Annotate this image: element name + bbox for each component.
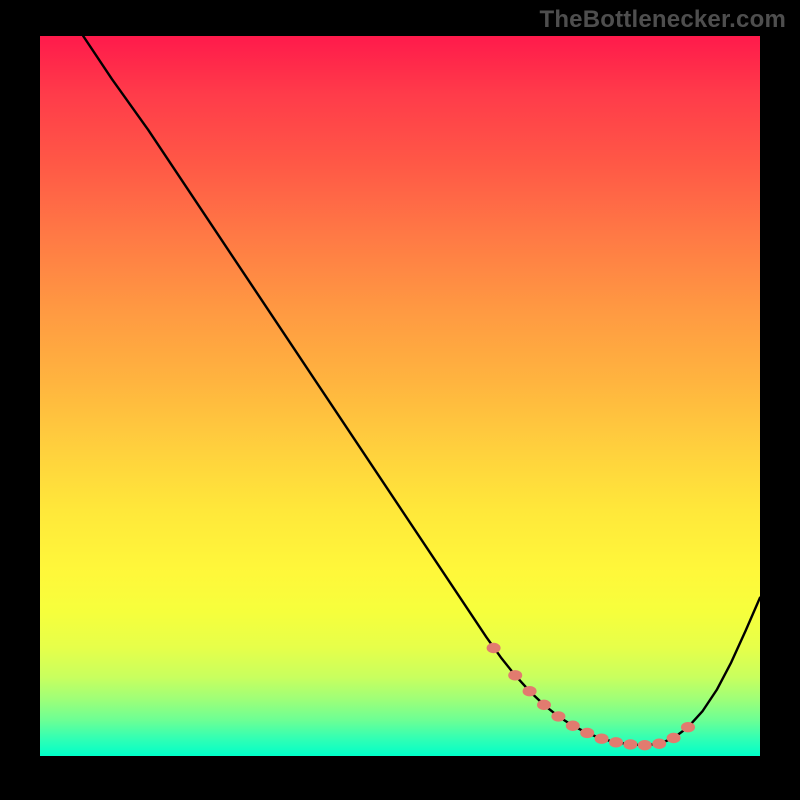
marker-dot [667,733,681,743]
marker-dot [638,740,652,750]
bottleneck-curve [83,36,760,745]
marker-dot [623,739,637,749]
marker-dot [580,728,594,738]
marker-dot [551,711,565,721]
watermark-text: TheBottlenecker.com [539,6,786,34]
marker-dot [523,686,537,696]
curve-layer [40,36,760,756]
marker-dot [595,734,609,744]
marker-dot [566,721,580,731]
marker-dot [537,700,551,710]
marker-dot [681,722,695,732]
marker-dot [609,737,623,747]
plot-area [40,36,760,756]
marker-cluster [487,643,695,751]
marker-dot [652,739,666,749]
chart-container: TheBottlenecker.com [0,0,800,800]
marker-dot [487,643,501,653]
marker-dot [508,670,522,680]
